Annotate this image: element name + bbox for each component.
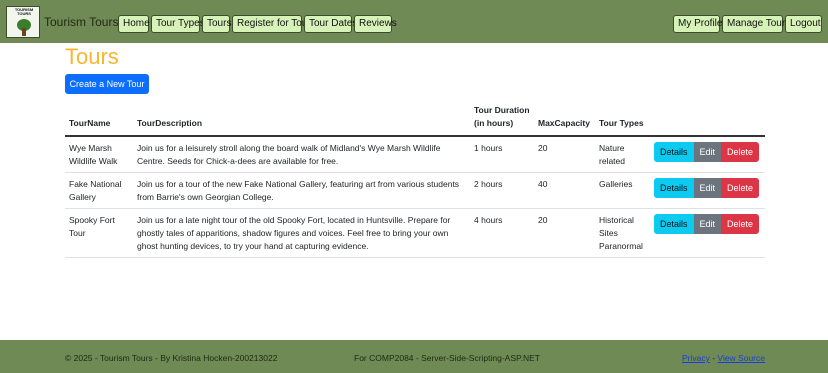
table-header-row: TourName TourDescription Tour Duration (… <box>65 104 765 137</box>
nav-logout[interactable]: Logout <box>785 15 822 33</box>
table-row: Spooky Fort Tour Join us for a late nigh… <box>65 208 765 258</box>
tour-name-cell: Wye Marsh Wildlife Walk <box>65 136 133 173</box>
actions-cell: Details Edit Delete <box>650 172 765 209</box>
page-title: Tours <box>65 44 119 69</box>
nav-tours[interactable]: Tours <box>202 15 231 33</box>
max-capacity-cell: 20 <box>534 136 595 173</box>
nav-home[interactable]: Home <box>118 15 150 33</box>
nav-register-for-tour[interactable]: Register for Tour <box>232 15 311 33</box>
max-capacity-cell: 40 <box>534 172 595 209</box>
tree-trunk <box>22 28 26 36</box>
edit-button[interactable]: Edit <box>693 214 722 234</box>
tour-types-cell: Nature related <box>595 136 650 173</box>
nav-tour-types[interactable]: Tour Types <box>151 15 205 33</box>
nav-tour-dates[interactable]: Tour Dates <box>304 15 357 33</box>
tour-duration-cell: 4 hours <box>470 208 534 258</box>
site-logo[interactable]: TOURISM TOURS <box>6 6 40 38</box>
edit-button[interactable]: Edit <box>693 178 722 198</box>
privacy-link[interactable]: Privacy <box>682 353 710 363</box>
tour-name-cell: Fake National Gallery <box>65 172 133 209</box>
delete-button[interactable]: Delete <box>721 142 760 162</box>
brand-name[interactable]: Tourism Tours <box>44 15 118 29</box>
col-tour-duration: Tour Duration (in hours) <box>470 104 534 137</box>
col-max-capacity: MaxCapacity <box>534 104 595 137</box>
edit-button[interactable]: Edit <box>693 142 722 162</box>
delete-button[interactable]: Delete <box>721 214 760 234</box>
nav-reviews[interactable]: Reviews <box>354 15 397 33</box>
col-tour-types: Tour Types <box>595 104 650 137</box>
delete-button[interactable]: Delete <box>721 178 760 198</box>
tour-name-cell: Spooky Fort Tour <box>65 208 133 258</box>
details-button[interactable]: Details <box>654 178 694 198</box>
table-row: Wye Marsh Wildlife Walk Join us for a le… <box>65 136 765 173</box>
create-tour-button[interactable]: Create a New Tour <box>65 74 149 94</box>
logo-text: TOURISM TOURS <box>14 7 34 16</box>
col-tour-description: TourDescription <box>133 104 470 137</box>
nav-manage-tours[interactable]: Manage Tours <box>722 15 790 33</box>
details-button[interactable]: Details <box>654 142 694 162</box>
tour-description-cell: Join us for a leisurely stroll along the… <box>133 136 470 173</box>
col-actions <box>650 104 765 137</box>
actions-cell: Details Edit Delete <box>650 136 765 173</box>
table-row: Fake National Gallery Join us for a tour… <box>65 172 765 209</box>
tour-description-cell: Join us for a tour of the new Fake Natio… <box>133 172 470 209</box>
view-source-link[interactable]: View Source <box>717 353 765 363</box>
max-capacity-cell: 20 <box>534 208 595 258</box>
footer-course: For COMP2084 - Server-Side-Scripting-ASP… <box>354 353 540 363</box>
actions-cell: Details Edit Delete <box>650 208 765 258</box>
footer-links: Privacy - View Source <box>682 353 765 363</box>
col-tour-name: TourName <box>65 104 133 137</box>
tours-table: TourName TourDescription Tour Duration (… <box>65 104 765 258</box>
tour-types-cell: Historical Sites Paranormal <box>595 208 650 258</box>
top-navbar: TOURISM TOURS Tourism Tours Home Tour Ty… <box>0 0 828 43</box>
details-button[interactable]: Details <box>654 214 694 234</box>
footer: © 2025 - Tourism Tours - By Kristina Hoc… <box>0 340 828 373</box>
tour-description-cell: Join us for a late night tour of the old… <box>133 208 470 258</box>
tour-types-cell: Galleries <box>595 172 650 209</box>
nav-my-profile[interactable]: My Profile <box>673 15 722 33</box>
tour-duration-cell: 2 hours <box>470 172 534 209</box>
tour-duration-cell: 1 hours <box>470 136 534 173</box>
footer-copyright: © 2025 - Tourism Tours - By Kristina Hoc… <box>65 353 278 363</box>
